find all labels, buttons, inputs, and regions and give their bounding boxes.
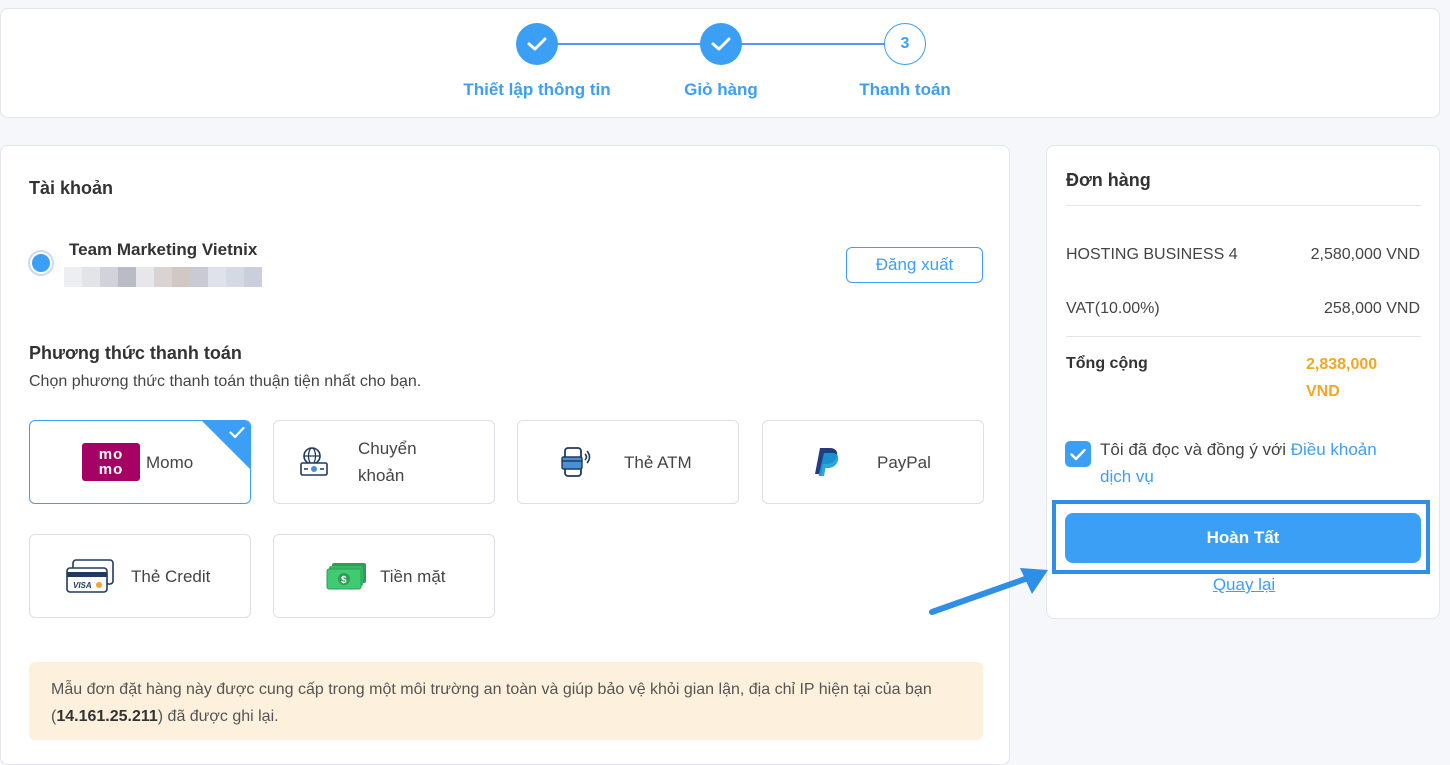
agree-text: Tôi đã đọc và đồng ý với Điều khoản dịch… <box>1100 436 1410 490</box>
momo-logo-text: mo <box>98 446 124 463</box>
security-notice: Mẫu đơn đặt hàng này được cung cấp trong… <box>29 662 983 740</box>
step-2-check-icon[interactable] <box>700 23 742 65</box>
step-1-check-icon[interactable] <box>516 23 558 65</box>
step-connector <box>741 43 885 45</box>
divider <box>1066 205 1421 206</box>
highlight-box <box>1052 500 1430 574</box>
ip-address: 14.161.25.211 <box>56 708 158 725</box>
account-radio[interactable] <box>28 250 54 276</box>
svg-text:VISA: VISA <box>73 581 92 590</box>
credit-card-icon: VISA <box>65 558 117 594</box>
payment-option-label: Chuyển khoản <box>358 439 417 485</box>
total-value: 2,838,000 VND <box>1306 356 1378 400</box>
step-3-label: Thanh toán <box>859 80 951 99</box>
order-item-price: 258,000 VND <box>1323 300 1420 317</box>
payment-option-bank-transfer[interactable]: Chuyển khoản <box>273 420 495 504</box>
payment-option-label: PayPal <box>877 452 931 472</box>
agree-label: Tôi đã đọc và đồng ý với <box>1100 440 1291 459</box>
momo-logo: mo mo <box>82 443 140 481</box>
pointer-arrow-icon <box>929 568 1048 615</box>
payment-option-cash[interactable]: $ Tiền mặt <box>273 534 495 618</box>
cash-icon: $ <box>326 561 368 591</box>
total-label: Tổng cộng <box>1066 355 1148 372</box>
checkout-main-panel: Tài khoản Team Marketing Vietnix Đăng xu… <box>0 145 1010 765</box>
divider <box>1066 336 1421 337</box>
step-2-label[interactable]: Giỏ hàng <box>621 80 821 100</box>
back-link[interactable]: Quay lại <box>1047 575 1441 595</box>
order-item-price: 2,580,000 VND <box>1310 246 1420 263</box>
payment-option-label: Thẻ Credit <box>131 566 211 586</box>
agree-checkbox[interactable] <box>1065 441 1091 467</box>
payment-option-label: Tiền mặt <box>380 566 446 586</box>
payment-option-label: Thẻ ATM <box>624 452 692 472</box>
paypal-icon <box>811 445 841 479</box>
atm-card-icon <box>558 444 594 480</box>
step-connector <box>557 43 701 45</box>
bank-transfer-icon <box>296 444 332 480</box>
account-title: Tài khoản <box>29 178 114 198</box>
order-item-name: VAT(10.00%) <box>1066 300 1160 317</box>
checkout-stepper: 3 Thiết lập thông tin Giỏ hàng Thanh toá… <box>0 8 1440 118</box>
selected-check-icon <box>229 426 245 439</box>
order-title: Đơn hàng <box>1066 170 1151 190</box>
payment-option-label: Momo <box>146 452 194 472</box>
step-1-label[interactable]: Thiết lập thông tin <box>437 80 637 100</box>
order-item-name: HOSTING BUSINESS 4 <box>1066 246 1238 263</box>
account-email-redacted <box>64 267 262 287</box>
momo-logo-text: mo <box>98 461 124 478</box>
logout-button[interactable]: Đăng xuất <box>846 247 983 283</box>
payment-option-credit[interactable]: VISA Thẻ Credit <box>29 534 251 618</box>
payment-method-title: Phương thức thanh toán <box>29 343 242 363</box>
payment-method-subtitle: Chọn phương thức thanh toán thuận tiện n… <box>29 373 422 390</box>
payment-option-momo[interactable]: mo mo Momo <box>29 420 251 504</box>
payment-option-atm[interactable]: Thẻ ATM <box>517 420 739 504</box>
step-3-number: 3 <box>884 23 926 65</box>
svg-text:$: $ <box>341 575 347 586</box>
notice-text: ) đã được ghi lại. <box>157 708 279 725</box>
account-name: Team Marketing Vietnix <box>69 240 258 259</box>
payment-option-paypal[interactable]: PayPal <box>762 420 984 504</box>
